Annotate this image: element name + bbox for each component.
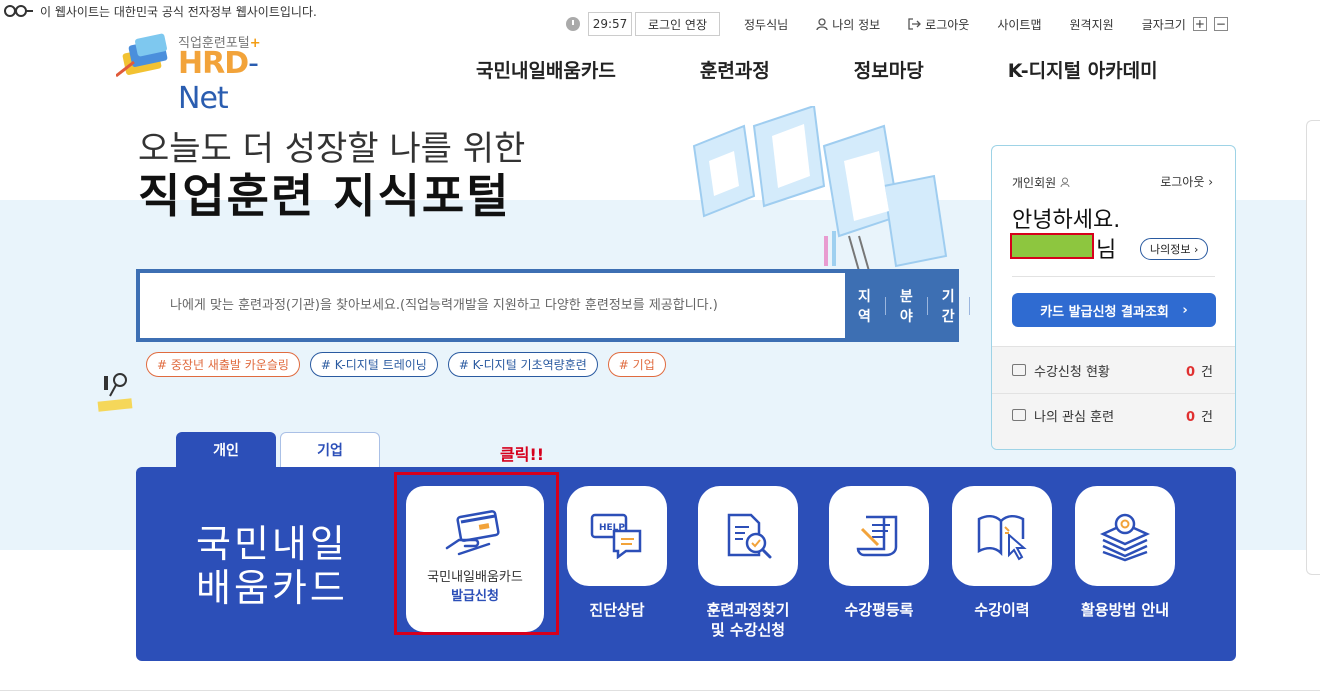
logout-link[interactable]: 로그아웃 bbox=[908, 16, 969, 33]
utility-nav: 29:57 로그인 연장 정두식님 나의 정보 로그아웃 사이트맵 원격지원 글… bbox=[566, 12, 1228, 36]
help-chat-icon: HELP bbox=[590, 513, 642, 559]
filter-period[interactable]: 기간 bbox=[942, 286, 955, 326]
main-nav: 국민내일배움카드 훈련과정 정보마당 K-디지털 아카데미 bbox=[476, 56, 1158, 83]
monitor-icon bbox=[1012, 364, 1026, 376]
my-info-link[interactable]: 나의 정보 bbox=[816, 16, 880, 33]
hashtag-company[interactable]: # 기업 bbox=[607, 352, 666, 377]
person-icon bbox=[1060, 177, 1070, 188]
service-panel: 국민내일 배움카드 국민내일배움카드 발급신청 HELP 진단상담 훈련과정찾기… bbox=[136, 467, 1236, 661]
hrd-net-logo[interactable]: 직업훈련포털+ HRD- Net bbox=[116, 30, 316, 116]
filter-separator bbox=[969, 296, 970, 315]
font-size-decrease-button[interactable]: − bbox=[1213, 17, 1228, 31]
session-timer: 29:57 bbox=[588, 12, 632, 36]
usage-guide-service[interactable]: 활용방법 안내 bbox=[1075, 486, 1175, 620]
member-type: 개인회원 bbox=[1012, 174, 1070, 191]
redacted-user-name bbox=[1010, 233, 1094, 259]
service-label: 훈련과정찾기 및 수강신청 bbox=[706, 601, 790, 639]
service-label: 수강이력 bbox=[974, 601, 1030, 619]
panel-logout-link[interactable]: 로그아웃 › bbox=[1160, 173, 1213, 190]
font-size-increase-button[interactable]: + bbox=[1192, 17, 1207, 31]
greeting-text: 안녕하세요. bbox=[1012, 208, 1121, 233]
hrd-3d-letters-illustration bbox=[692, 106, 948, 272]
layers-gear-icon bbox=[1099, 513, 1151, 562]
divider bbox=[1012, 276, 1215, 277]
course-history-service[interactable]: 수강이력 bbox=[952, 486, 1052, 620]
logo-title: HRD- Net bbox=[178, 46, 259, 116]
hero-title: 직업훈련 지식포털 bbox=[138, 169, 511, 223]
filter-separator bbox=[927, 296, 928, 315]
filter-region[interactable]: 지역 bbox=[858, 286, 871, 326]
user-login-panel: 개인회원 로그아웃 › 안녕하세요. 님 나의정보 › 카드 발급신청 결과조회… bbox=[991, 145, 1236, 450]
extend-login-button[interactable]: 로그인 연장 bbox=[635, 12, 721, 36]
click-highlight-box bbox=[394, 472, 559, 635]
interest-training-row[interactable]: 나의 관심 훈련 0건 bbox=[1012, 405, 1213, 425]
gov-notice-bar: 이 웹사이트는 대한민국 공식 전자정부 웹사이트입니다. bbox=[0, 0, 317, 22]
filter-separator bbox=[885, 296, 886, 315]
hashtag-kdigital-basic[interactable]: # K-디지털 기초역량훈련 bbox=[447, 352, 598, 377]
user-name-link[interactable]: 정두식님 bbox=[744, 16, 788, 33]
remote-support-link[interactable]: 원격지원 bbox=[1070, 16, 1114, 33]
nav-item-info[interactable]: 정보마당 bbox=[854, 56, 924, 83]
egov-logo-icon bbox=[4, 5, 33, 17]
member-type-tabs: 개인 기업 bbox=[176, 432, 380, 468]
click-annotation: 클릭!! bbox=[500, 445, 545, 464]
document-search-icon bbox=[727, 513, 772, 559]
nav-item-courses[interactable]: 훈련과정 bbox=[700, 56, 770, 83]
hashtag-kdigital-training[interactable]: # K-디지털 트레이닝 bbox=[309, 352, 438, 377]
nav-item-kdigital[interactable]: K-디지털 아카데미 bbox=[1008, 56, 1158, 83]
person-icon bbox=[816, 17, 828, 30]
clock-icon bbox=[566, 17, 580, 31]
footer-divider bbox=[0, 690, 1320, 691]
service-label: 활용방법 안내 bbox=[1080, 601, 1170, 619]
review-service[interactable]: 수강평등록 bbox=[829, 486, 929, 620]
divider bbox=[992, 393, 1235, 394]
filter-field[interactable]: 분야 bbox=[900, 286, 913, 326]
search-input[interactable] bbox=[140, 273, 845, 338]
font-size-control: 글자크기 + − bbox=[1141, 17, 1228, 32]
search-filters: 지역 분야 기간 bbox=[858, 269, 984, 342]
honorific-suffix: 님 bbox=[1096, 238, 1117, 263]
sitemap-link[interactable]: 사이트맵 bbox=[997, 16, 1041, 33]
nav-item-card[interactable]: 국민내일배움카드 bbox=[476, 56, 616, 83]
tab-individual[interactable]: 개인 bbox=[176, 432, 276, 468]
open-book-cursor-icon bbox=[977, 515, 1027, 561]
service-label: 수강평등록 bbox=[844, 601, 914, 619]
tab-company[interactable]: 기업 bbox=[280, 432, 380, 468]
hrd-logo-mark-icon bbox=[116, 33, 168, 78]
search-bar: 지역 분야 기간 bbox=[136, 269, 1058, 342]
diagnosis-consult-service[interactable]: HELP 진단상담 bbox=[567, 486, 667, 620]
hashtag-midcareer[interactable]: # 중장년 새출발 카운슬링 bbox=[146, 352, 300, 377]
course-search-service[interactable]: 훈련과정찾기 및 수강신청 bbox=[698, 486, 798, 640]
panel-title: 국민내일 배움카드 bbox=[196, 522, 348, 610]
logout-icon bbox=[908, 18, 922, 30]
quick-menu-edge[interactable] bbox=[1306, 120, 1320, 575]
my-info-button[interactable]: 나의정보 › bbox=[1140, 238, 1209, 260]
service-label: 진단상담 bbox=[589, 601, 645, 619]
magnifier-illustration-icon bbox=[97, 373, 133, 412]
scroll-pen-icon bbox=[856, 515, 898, 557]
enrollment-status-row[interactable]: 수강신청 현황 0건 bbox=[1012, 360, 1213, 380]
folder-icon bbox=[1012, 409, 1026, 421]
gov-notice-text: 이 웹사이트는 대한민국 공식 전자정부 웹사이트입니다. bbox=[40, 4, 317, 19]
card-result-button[interactable]: 카드 발급신청 결과조회 › bbox=[1012, 293, 1216, 327]
hashtag-list: # 중장년 새출발 카운슬링 # K-디지털 트레이닝 # K-디지털 기초역량… bbox=[146, 352, 666, 377]
